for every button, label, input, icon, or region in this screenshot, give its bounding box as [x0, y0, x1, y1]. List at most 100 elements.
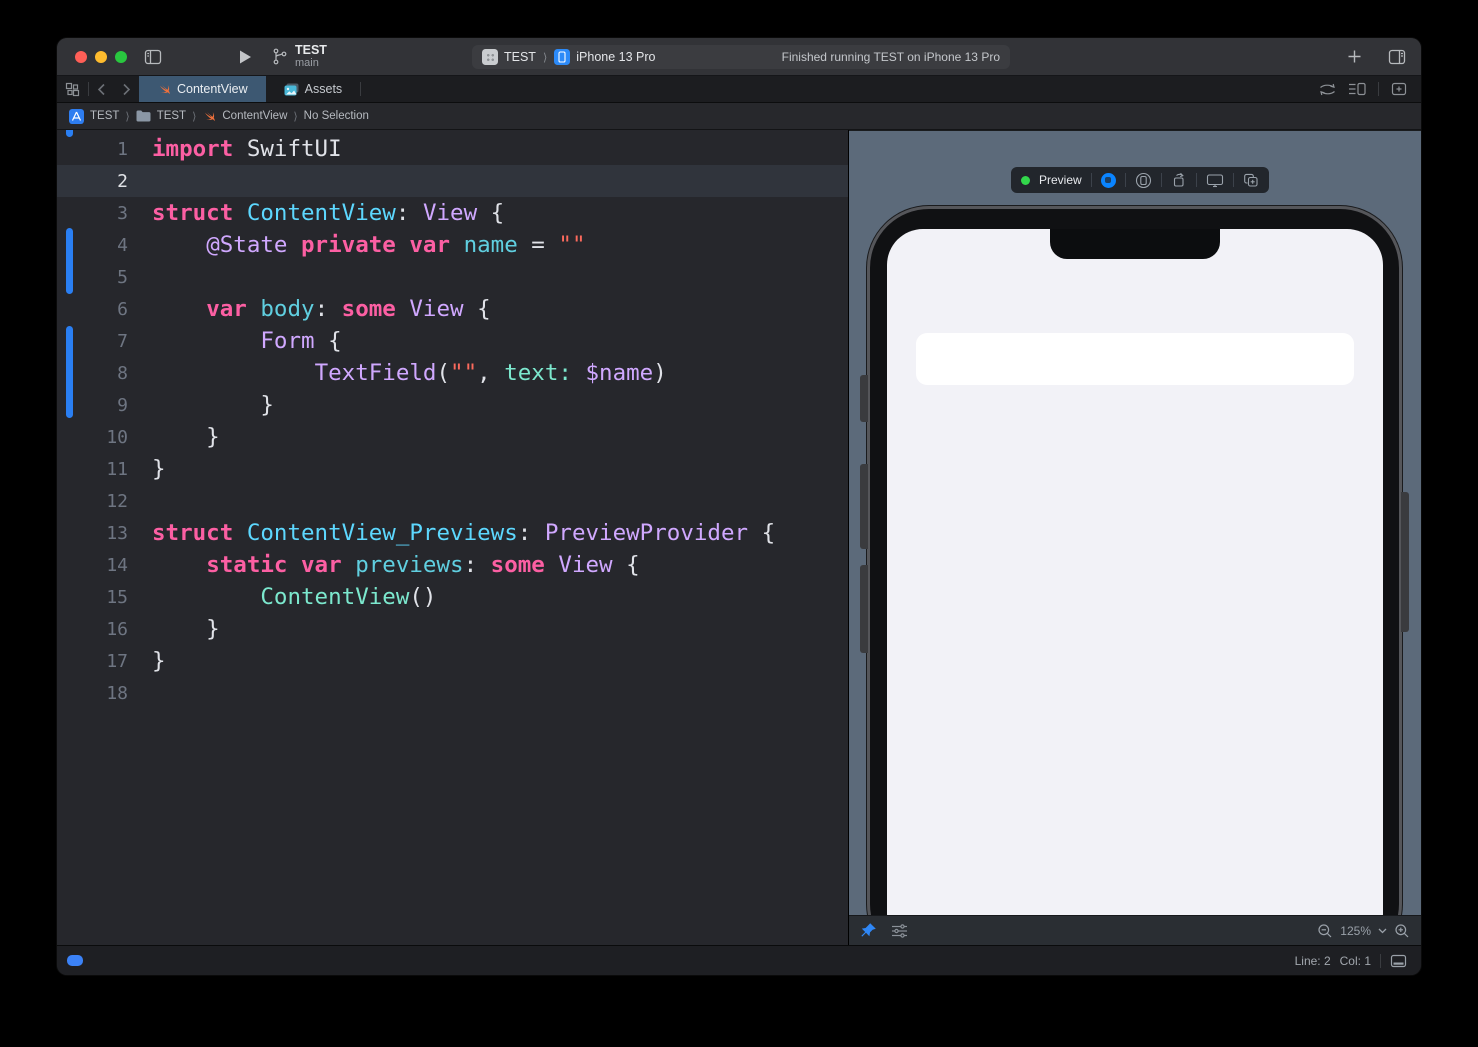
- change-bar: [66, 130, 73, 137]
- canvas-settings-icon[interactable]: [891, 924, 908, 938]
- iphone-screen[interactable]: [887, 229, 1383, 915]
- code-line[interactable]: 17}: [57, 645, 848, 677]
- code-line[interactable]: 6 var body: some View {: [57, 293, 848, 325]
- line-number[interactable]: 6: [57, 299, 128, 320]
- scheme-project-title[interactable]: TEST: [295, 43, 327, 57]
- code-line[interactable]: 18: [57, 677, 848, 709]
- run-button[interactable]: [237, 49, 253, 65]
- inspector-toggle-icon[interactable]: [1387, 47, 1407, 67]
- notch: [1050, 229, 1220, 259]
- code-text: struct ContentView_Previews: PreviewProv…: [152, 520, 775, 546]
- code-review-icon[interactable]: [1319, 83, 1336, 96]
- close-button[interactable]: [75, 51, 87, 63]
- preview-toolbar: Preview: [1011, 167, 1269, 193]
- preview-label: Preview: [1039, 173, 1082, 187]
- code-text: var body: some View {: [152, 296, 491, 322]
- tab-label: ContentView: [177, 82, 248, 96]
- inspect-preview-icon[interactable]: [1171, 172, 1187, 188]
- line-number[interactable]: 14: [57, 555, 128, 576]
- preview-on-device-icon[interactable]: [1135, 172, 1152, 189]
- breakpoint-indicator[interactable]: [67, 955, 83, 966]
- line-number[interactable]: 1: [57, 139, 128, 160]
- code-line[interactable]: 13 struct ContentView_Previews: PreviewPr…: [57, 517, 848, 549]
- zoom-button[interactable]: [115, 51, 127, 63]
- line-number[interactable]: 11: [57, 459, 128, 480]
- zoom-in-icon[interactable]: [1394, 923, 1410, 939]
- textfield-row[interactable]: [916, 333, 1354, 385]
- code-line[interactable]: 15 ContentView(): [57, 581, 848, 613]
- run-destination[interactable]: iPhone 13 Pro: [576, 50, 655, 64]
- code-text: Form {: [152, 328, 342, 354]
- cursor-line: Line: 2: [1295, 954, 1331, 968]
- line-number[interactable]: 2: [57, 171, 128, 192]
- navigator-toggle-icon[interactable]: [143, 47, 163, 67]
- code-line[interactable]: 5: [57, 261, 848, 293]
- tab-bar: ContentView Assets: [57, 76, 1421, 103]
- code-line[interactable]: 7 Form {: [57, 325, 848, 357]
- line-number[interactable]: 16: [57, 619, 128, 640]
- debug-preview-icon[interactable]: [1206, 173, 1224, 188]
- volume-up-button: [860, 464, 868, 549]
- line-number[interactable]: 18: [57, 683, 128, 704]
- back-button[interactable]: [89, 76, 114, 102]
- forward-button[interactable]: [114, 76, 139, 102]
- code-line[interactable]: 12: [57, 485, 848, 517]
- tab-overview-icon[interactable]: [57, 76, 88, 102]
- cursor-col: Col: 1: [1340, 954, 1371, 968]
- code-line[interactable]: 2: [57, 165, 848, 197]
- zoom-level[interactable]: 125%: [1340, 924, 1371, 938]
- live-preview-button[interactable]: [1101, 173, 1116, 188]
- line-number[interactable]: 3: [57, 203, 128, 224]
- code-line[interactable]: 4 @State private var name = "": [57, 229, 848, 261]
- source-editor[interactable]: 1import SwiftUI 2 3struct ContentView: Vie…: [57, 130, 849, 945]
- iphone-device-frame: [867, 206, 1402, 915]
- canvas-bottom-bar: 125%: [849, 915, 1421, 945]
- code-line[interactable]: 9 }: [57, 389, 848, 421]
- editor-display-icon[interactable]: [1390, 954, 1407, 968]
- line-number[interactable]: 10: [57, 427, 128, 448]
- activity-viewer[interactable]: TEST ⟩ iPhone 13 Pro Finished running TE…: [472, 45, 1010, 69]
- breadcrumb-group[interactable]: TEST: [157, 110, 186, 122]
- change-bar: [66, 326, 73, 418]
- line-number[interactable]: 12: [57, 491, 128, 512]
- scheme-separator: ⟩: [542, 51, 548, 64]
- code-line[interactable]: 8 TextField("", text: $name): [57, 357, 848, 389]
- line-number[interactable]: 15: [57, 587, 128, 608]
- code-line[interactable]: 10 }: [57, 421, 848, 453]
- tab-assets[interactable]: Assets: [266, 76, 361, 102]
- code-text: TextField("", text: $name): [152, 360, 667, 386]
- tab-contentview[interactable]: ContentView: [139, 76, 266, 102]
- breadcrumb-selection[interactable]: No Selection: [304, 110, 369, 122]
- breadcrumb-file[interactable]: ContentView: [222, 110, 287, 122]
- folder-icon: [136, 110, 151, 122]
- toolbar: TEST main TEST ⟩ iPhone 13 Pro Finished …: [57, 38, 1421, 76]
- xcode-window: TEST main TEST ⟩ iPhone 13 Pro Finished …: [57, 38, 1421, 975]
- library-plus-icon[interactable]: [1347, 49, 1362, 64]
- code-text: static var previews: some View {: [152, 552, 640, 578]
- canvas-body[interactable]: Preview: [849, 131, 1421, 915]
- duplicate-preview-icon[interactable]: [1243, 172, 1259, 188]
- code-text: }: [152, 616, 220, 642]
- line-number[interactable]: 13: [57, 523, 128, 544]
- power-button: [1401, 492, 1409, 632]
- code-text: @State private var name = "": [152, 232, 586, 258]
- editor-options-icon[interactable]: [1348, 82, 1366, 96]
- code-line[interactable]: 16 }: [57, 613, 848, 645]
- pin-preview-icon[interactable]: [860, 922, 877, 939]
- branch-name[interactable]: main: [295, 57, 327, 69]
- scheme-name[interactable]: TEST: [504, 50, 536, 64]
- breadcrumb-project[interactable]: TEST: [90, 110, 119, 122]
- code-line[interactable]: 11}: [57, 453, 848, 485]
- code-text: }: [152, 648, 166, 674]
- project-icon: [69, 109, 84, 124]
- change-bar: [66, 228, 73, 294]
- code-line[interactable]: 3struct ContentView: View {: [57, 197, 848, 229]
- add-editor-icon[interactable]: [1391, 82, 1407, 96]
- breadcrumb-separator: ⟩: [293, 110, 297, 123]
- chevron-down-icon[interactable]: [1378, 928, 1387, 934]
- zoom-out-icon[interactable]: [1317, 923, 1333, 939]
- minimize-button[interactable]: [95, 51, 107, 63]
- code-line[interactable]: 1import SwiftUI: [57, 133, 848, 165]
- line-number[interactable]: 17: [57, 651, 128, 672]
- code-line[interactable]: 14 static var previews: some View {: [57, 549, 848, 581]
